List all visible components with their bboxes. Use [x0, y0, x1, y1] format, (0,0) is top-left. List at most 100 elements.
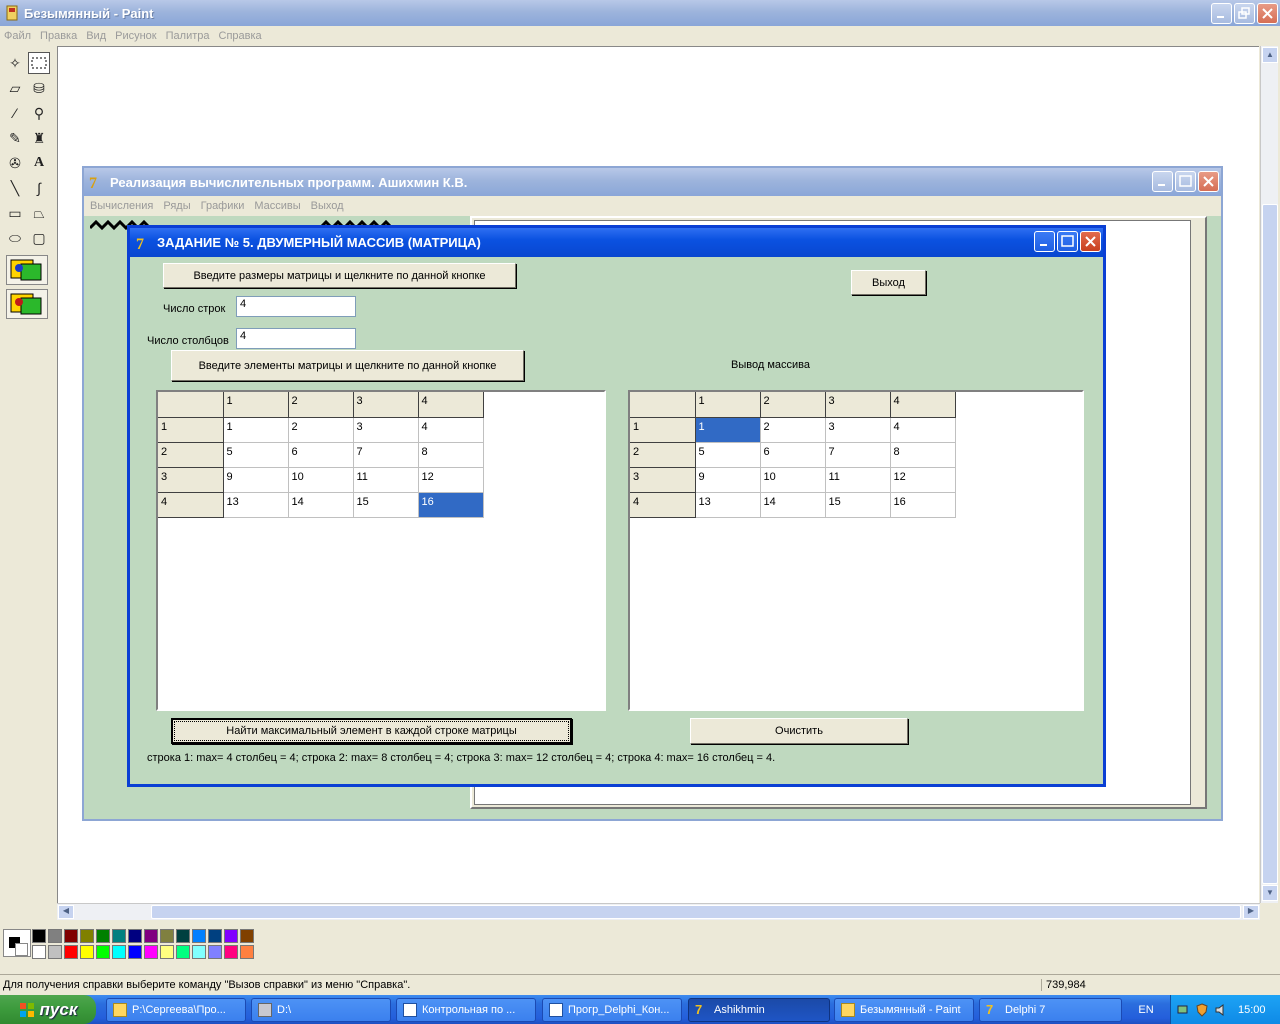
- palette-swatch[interactable]: [80, 929, 94, 943]
- menu-graphs[interactable]: Графики: [201, 200, 245, 212]
- rounded-rect-icon[interactable]: ▢: [28, 227, 50, 249]
- enter-elements-button[interactable]: Введите элементы матрицы и щелкните по д…: [171, 350, 524, 381]
- palette-swatch[interactable]: [160, 929, 174, 943]
- polygon-icon[interactable]: ⏢: [28, 202, 50, 224]
- palette-swatch[interactable]: [32, 945, 46, 959]
- vertical-scrollbar[interactable]: ▲ ▼: [1260, 46, 1278, 903]
- palette-swatch[interactable]: [128, 945, 142, 959]
- palette-swatch[interactable]: [112, 945, 126, 959]
- dialog-minimize-button[interactable]: [1034, 231, 1055, 252]
- tool-option-opaque[interactable]: [6, 255, 48, 285]
- exit-button[interactable]: Выход: [851, 270, 926, 295]
- vertical-scroll-thumb[interactable]: [1262, 204, 1278, 884]
- airbrush-icon[interactable]: ✇: [4, 152, 26, 174]
- security-icon[interactable]: [1195, 1002, 1209, 1017]
- main-minimize-button[interactable]: [1152, 171, 1173, 192]
- grid-cell[interactable]: 15: [353, 492, 419, 518]
- palette-swatch[interactable]: [96, 945, 110, 959]
- palette-swatch[interactable]: [208, 929, 222, 943]
- grid-cell[interactable]: 8: [890, 442, 956, 468]
- palette-swatch[interactable]: [240, 945, 254, 959]
- rect-select-icon[interactable]: [28, 52, 50, 74]
- grid-cell[interactable]: 14: [288, 492, 354, 518]
- menu-palette[interactable]: Палитра: [166, 30, 216, 42]
- menu-calculations[interactable]: Вычисления: [90, 200, 153, 212]
- palette-swatch[interactable]: [144, 945, 158, 959]
- grid-cell[interactable]: 5: [223, 442, 289, 468]
- menu-file[interactable]: Файл: [4, 30, 37, 42]
- taskbar-item-word-1[interactable]: Контрольная по ...: [396, 998, 536, 1022]
- palette-swatch[interactable]: [64, 929, 78, 943]
- taskbar-item-ashikhmin[interactable]: 7 Ashikhmin: [688, 998, 830, 1022]
- palette-swatch[interactable]: [160, 945, 174, 959]
- close-button[interactable]: [1257, 3, 1278, 24]
- dialog-maximize-button[interactable]: [1057, 231, 1078, 252]
- palette-swatch[interactable]: [176, 929, 190, 943]
- menu-edit[interactable]: Правка: [40, 30, 83, 42]
- menu-image[interactable]: Рисунок: [115, 30, 163, 42]
- restore-button[interactable]: [1234, 3, 1255, 24]
- palette-swatch[interactable]: [64, 945, 78, 959]
- line-icon[interactable]: ╲: [4, 177, 26, 199]
- grid-cell[interactable]: 2: [760, 417, 826, 443]
- volume-icon[interactable]: [1214, 1003, 1228, 1017]
- grid-cell[interactable]: 11: [825, 467, 891, 493]
- fill-bucket-icon[interactable]: ⛁: [28, 77, 50, 99]
- dialog-close-button[interactable]: [1080, 231, 1101, 252]
- palette-swatch[interactable]: [192, 945, 206, 959]
- taskbar-item-paint[interactable]: Безымянный - Paint: [834, 998, 974, 1022]
- eraser-icon[interactable]: ▱: [4, 77, 26, 99]
- grid-cell[interactable]: 12: [418, 467, 484, 493]
- grid-cell[interactable]: 2: [288, 417, 354, 443]
- grid-cell[interactable]: 1: [223, 417, 289, 443]
- palette-swatch[interactable]: [48, 929, 62, 943]
- input-matrix-grid[interactable]: 1 2 3 4 1 1 2 3 4 2 5 6 7 8 3 9 10 11 12 4 13 14 15 16: [156, 390, 606, 711]
- magnifier-icon[interactable]: ⚲: [28, 102, 50, 124]
- tool-option-transparent[interactable]: [6, 289, 48, 319]
- scroll-right-icon[interactable]: ▶: [1243, 905, 1259, 919]
- network-icon[interactable]: [1176, 1003, 1190, 1017]
- grid-cell[interactable]: 16: [890, 492, 956, 518]
- rows-input[interactable]: 4: [236, 296, 356, 317]
- menu-arrays[interactable]: Массивы: [254, 200, 300, 212]
- palette-swatch[interactable]: [176, 945, 190, 959]
- grid-cell[interactable]: 7: [353, 442, 419, 468]
- palette-swatch[interactable]: [240, 929, 254, 943]
- palette-swatch[interactable]: [192, 929, 206, 943]
- palette-swatch[interactable]: [144, 929, 158, 943]
- start-button[interactable]: пуск: [0, 995, 96, 1024]
- palette-swatch[interactable]: [96, 929, 110, 943]
- output-matrix-grid[interactable]: 1 2 3 4 1 1 2 3 4 2 5 6 7 8 3 9 10 11 12 4 13 14 15 16: [628, 390, 1084, 711]
- grid-cell[interactable]: 6: [760, 442, 826, 468]
- menu-help[interactable]: Справка: [219, 30, 268, 42]
- grid-cell[interactable]: 1: [695, 417, 761, 443]
- palette-swatch[interactable]: [224, 945, 238, 959]
- grid-cell[interactable]: 7: [825, 442, 891, 468]
- grid-cell[interactable]: 4: [890, 417, 956, 443]
- palette-swatch[interactable]: [208, 945, 222, 959]
- grid-cell[interactable]: 12: [890, 467, 956, 493]
- taskbar-item-folder[interactable]: P:\Сергеева\Про...: [106, 998, 246, 1022]
- main-close-button[interactable]: [1198, 171, 1219, 192]
- palette-swatch[interactable]: [112, 929, 126, 943]
- enter-size-button[interactable]: Введите размеры матрицы и щелкните по да…: [163, 263, 516, 288]
- palette-swatch[interactable]: [48, 945, 62, 959]
- main-maximize-button[interactable]: [1175, 171, 1196, 192]
- grid-cell[interactable]: 5: [695, 442, 761, 468]
- cols-input[interactable]: 4: [236, 328, 356, 349]
- menu-series[interactable]: Ряды: [163, 200, 190, 212]
- clear-button[interactable]: Очистить: [690, 718, 908, 744]
- find-max-button[interactable]: Найти максимальный элемент в каждой стро…: [171, 718, 572, 744]
- curve-icon[interactable]: ∫: [28, 177, 50, 199]
- palette-swatch[interactable]: [32, 929, 46, 943]
- palette-swatch[interactable]: [224, 929, 238, 943]
- grid-cell[interactable]: 8: [418, 442, 484, 468]
- pencil-icon[interactable]: ✎: [4, 127, 26, 149]
- color-picker-icon[interactable]: ⁄: [4, 102, 26, 124]
- free-select-icon[interactable]: ✧: [4, 52, 26, 74]
- grid-cell[interactable]: 6: [288, 442, 354, 468]
- horizontal-scroll-thumb[interactable]: [151, 905, 1241, 919]
- taskbar-item-drive-d[interactable]: D:\: [251, 998, 391, 1022]
- menu-exit[interactable]: Выход: [311, 200, 344, 212]
- grid-cell[interactable]: 13: [695, 492, 761, 518]
